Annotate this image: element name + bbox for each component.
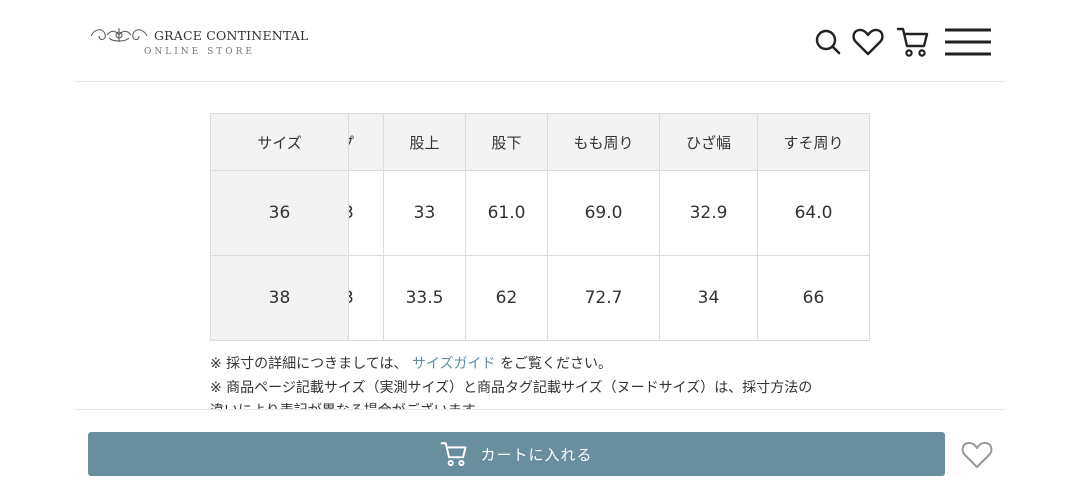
table-cell: 33.5 (383, 255, 466, 341)
site-header: GRACE CONTINENTAL ONLINE STORE (75, 0, 1005, 82)
header-actions (810, 22, 1005, 62)
note-text: ※ 採寸の詳細につきましては、 (210, 356, 408, 372)
table-cell: 64.0 (757, 170, 870, 256)
add-to-cart-label: カートに入れる (480, 445, 593, 464)
column-header-thigh: もも周り (547, 113, 660, 171)
size-notes: ※ 採寸の詳細につきましては、 サイズガイド をご覧ください。 ※ 商品ページ記… (210, 352, 890, 410)
cart-icon (896, 27, 929, 57)
brand-logo[interactable]: GRACE CONTINENTAL ONLINE STORE (87, 22, 309, 62)
heart-icon (852, 28, 884, 56)
heart-icon (961, 441, 993, 468)
column-header-inseam: 股下 (465, 113, 548, 171)
search-icon (815, 29, 841, 55)
table-cell: 72.7 (547, 255, 660, 341)
note-line: ※ 採寸の詳細につきましては、 サイズガイド をご覧ください。 (210, 352, 890, 376)
table-cell: 69.0 (547, 170, 660, 256)
cart-icon (440, 440, 468, 468)
brand-subtitle: ONLINE STORE (144, 47, 255, 57)
ornament-icon (90, 28, 148, 42)
size-table: サイズ プ 股上 股下 もも周り ひざ幅 すそ周り 36 3 33 61.0 6… (210, 113, 870, 341)
table-cell: 62 (465, 255, 548, 341)
table-row: 36 3 33 61.0 69.0 32.9 64.0 (210, 170, 870, 256)
favorites-button[interactable] (850, 22, 886, 62)
table-cell: 66 (757, 255, 870, 341)
hamburger-menu-icon (945, 28, 991, 56)
column-header-clipped: プ (348, 113, 384, 171)
column-header-hem: すそ周り (757, 113, 870, 171)
add-to-favorites-button[interactable] (960, 440, 994, 470)
note-text: をご覧ください。 (499, 356, 612, 372)
column-header-rise: 股上 (383, 113, 466, 171)
add-to-cart-button[interactable]: カートに入れる (88, 432, 945, 476)
size-cell: 36 (210, 170, 349, 256)
cart-button[interactable] (895, 22, 931, 62)
note-line: ※ 商品ページ記載サイズ（実測サイズ）と商品タグ記載サイズ（ヌードサイズ）は、採… (210, 380, 813, 396)
size-guide-link[interactable]: サイズガイド (412, 356, 496, 372)
table-cell: 3 (348, 255, 384, 341)
brand-name: GRACE CONTINENTAL (154, 28, 309, 43)
size-cell: 38 (210, 255, 349, 341)
search-button[interactable] (810, 22, 846, 62)
table-cell: 32.9 (659, 170, 758, 256)
table-cell: 33 (383, 170, 466, 256)
table-cell: 61.0 (465, 170, 548, 256)
column-header-knee: ひざ幅 (659, 113, 758, 171)
table-cell: 34 (659, 255, 758, 341)
column-header-size: サイズ (210, 113, 349, 171)
table-row: 38 3 33.5 62 72.7 34 66 (210, 255, 870, 341)
size-table-container: サイズ プ 股上 股下 もも周り ひざ幅 すそ周り 36 3 33 61.0 6… (210, 113, 870, 341)
table-cell: 3 (348, 170, 384, 256)
menu-button[interactable] (942, 22, 994, 62)
purchase-bar: カートに入れる (75, 409, 1005, 499)
table-header-row: サイズ プ 股上 股下 もも周り ひざ幅 すそ周り (210, 113, 870, 171)
